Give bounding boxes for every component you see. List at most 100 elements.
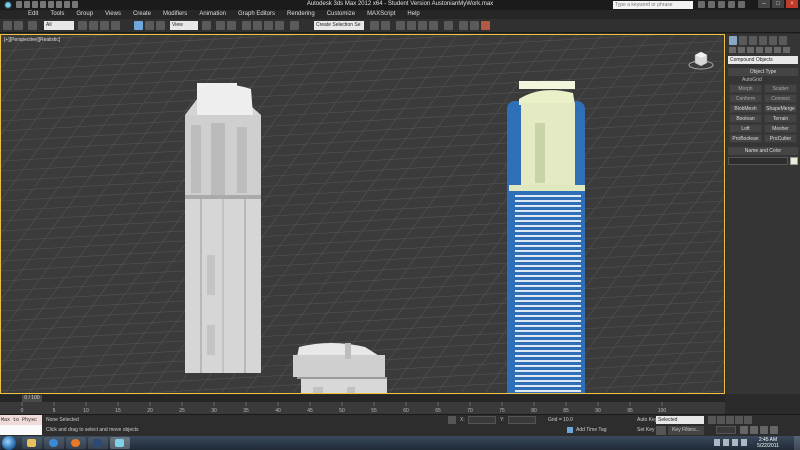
hierarchy-tab-icon[interactable] — [749, 36, 757, 45]
track-bar[interactable]: 0 5 10 15 20 25 30 35 40 45 50 55 60 65 70 75 80 85 90 95 10… — [0, 402, 725, 414]
maximize-viewport-icon[interactable] — [770, 426, 778, 434]
spinner-snap-icon[interactable] — [275, 21, 284, 30]
show-desktop-button[interactable] — [794, 436, 800, 450]
communication-center-icon[interactable] — [718, 1, 725, 8]
time-slider[interactable]: 0 / 100 — [22, 395, 42, 402]
motion-tab-icon[interactable] — [759, 36, 767, 45]
time-slider-track[interactable]: 0 / 100 — [0, 395, 725, 402]
menu-item-create[interactable]: Create — [127, 10, 157, 19]
menu-item-customize[interactable]: Customize — [321, 10, 361, 19]
x-coord-field[interactable] — [468, 416, 496, 424]
menu-item-help[interactable]: Help — [401, 10, 425, 19]
binoculars-icon[interactable] — [698, 1, 705, 8]
material-editor-icon[interactable] — [444, 21, 453, 30]
select-and-move-icon[interactable] — [134, 21, 143, 30]
select-and-rotate-icon[interactable] — [145, 21, 154, 30]
white-tower[interactable] — [185, 83, 261, 373]
object-type-shapemerge-button[interactable]: ShapeMerge — [764, 104, 797, 113]
display-tab-icon[interactable] — [769, 36, 777, 45]
taskbar-firefox[interactable] — [66, 437, 86, 449]
viewcube-icon[interactable] — [687, 49, 715, 71]
blue-glass-tower[interactable] — [507, 81, 585, 393]
name-and-color-rollout[interactable]: Name and Color — [728, 147, 798, 155]
select-by-name-icon[interactable] — [89, 21, 98, 30]
render-setup-icon[interactable] — [459, 21, 468, 30]
curve-editor-icon[interactable] — [418, 21, 427, 30]
menu-item-group[interactable]: Group — [70, 10, 99, 19]
zoom-icon[interactable] — [740, 426, 748, 434]
object-type-rollout[interactable]: Object Type — [728, 68, 798, 76]
object-type-proboolean-button[interactable]: ProBoolean — [729, 134, 762, 143]
selection-filter-dropdown[interactable]: All — [44, 21, 74, 30]
select-and-scale-icon[interactable] — [156, 21, 165, 30]
taskbar-explorer[interactable] — [22, 437, 42, 449]
selection-lock-icon[interactable] — [448, 416, 456, 424]
pivot-center-icon[interactable] — [202, 21, 211, 30]
help-icon[interactable] — [738, 1, 745, 8]
current-frame-field[interactable] — [716, 426, 736, 434]
object-type-morph-button[interactable]: Morph — [729, 84, 762, 93]
menu-item-modifiers[interactable]: Modifiers — [157, 10, 193, 19]
favorites-star-icon[interactable] — [728, 1, 735, 8]
select-object-icon[interactable] — [78, 21, 87, 30]
taskbar-photoshop[interactable] — [88, 437, 108, 449]
start-button-icon[interactable] — [2, 436, 16, 450]
play-icon[interactable] — [726, 416, 734, 424]
graphite-ribbon-icon[interactable] — [407, 21, 416, 30]
key-mode-dropdown[interactable]: Selected — [656, 416, 704, 424]
reference-coordinate-dropdown[interactable]: View — [170, 21, 198, 30]
space-warps-icon[interactable] — [774, 47, 781, 53]
flag-icon[interactable] — [741, 439, 747, 446]
geometry-category-dropdown[interactable]: Compound Objects — [728, 56, 798, 64]
next-frame-icon[interactable] — [735, 416, 743, 424]
rendered-frame-window-icon[interactable] — [470, 21, 479, 30]
tray-arrow-icon[interactable] — [714, 439, 720, 446]
menu-item-views[interactable]: Views — [99, 10, 127, 19]
go-to-end-icon[interactable] — [744, 416, 752, 424]
link-icon[interactable] — [28, 21, 37, 30]
object-type-terrain-button[interactable]: Terrain — [764, 114, 797, 123]
go-to-start-icon[interactable] — [708, 416, 716, 424]
perspective-viewport[interactable]: [+][Perspective][Realistic] — [0, 34, 725, 394]
cameras-icon[interactable] — [756, 47, 763, 53]
viewport-label[interactable]: [+][Perspective][Realistic] — [4, 37, 60, 43]
schematic-view-icon[interactable] — [429, 21, 438, 30]
taskbar-3dsmax[interactable] — [110, 437, 130, 449]
angle-snap-icon[interactable] — [253, 21, 262, 30]
object-name-field[interactable] — [728, 157, 788, 165]
create-tab-icon[interactable] — [729, 36, 737, 45]
lights-icon[interactable] — [747, 47, 754, 53]
taskbar-media-player[interactable] — [44, 437, 64, 449]
geometry-icon[interactable] — [729, 47, 736, 53]
infocenter-search-input[interactable] — [613, 1, 693, 9]
layer-manager-icon[interactable] — [396, 21, 405, 30]
menu-item-animation[interactable]: Animation — [193, 10, 232, 19]
time-tag-icon[interactable] — [567, 427, 573, 433]
object-type-scatter-button[interactable]: Scatter — [764, 84, 797, 93]
mirror-icon[interactable] — [370, 21, 379, 30]
percent-snap-icon[interactable] — [264, 21, 273, 30]
maximize-icon[interactable]: □ — [772, 0, 784, 8]
minimize-icon[interactable]: – — [758, 0, 770, 8]
helpers-icon[interactable] — [765, 47, 772, 53]
object-type-mesher-button[interactable]: Mesher — [764, 124, 797, 133]
render-production-icon[interactable] — [481, 21, 490, 30]
redo-icon[interactable] — [14, 21, 23, 30]
maxscript-mini-listener[interactable]: Max to Physc — [0, 415, 42, 425]
select-manipulate-icon[interactable] — [216, 21, 225, 30]
menu-item-graph-editors[interactable]: Graph Editors — [232, 10, 281, 19]
network-icon[interactable] — [723, 439, 729, 446]
undo-icon[interactable] — [3, 21, 12, 30]
autogrid-checkbox[interactable]: AutoGrid — [726, 77, 800, 83]
edit-named-selection-icon[interactable] — [290, 21, 299, 30]
named-selection-dropdown[interactable]: Create Selection Se — [314, 21, 364, 30]
maxscript-mini-listener-output[interactable] — [0, 425, 42, 435]
object-type-procutter-button[interactable]: ProCutter — [764, 134, 797, 143]
object-type-boolean-button[interactable]: Boolean — [729, 114, 762, 123]
clock-date[interactable]: 5/22/2011 — [748, 443, 788, 449]
snaps-toggle-icon[interactable] — [242, 21, 251, 30]
previous-frame-icon[interactable] — [717, 416, 725, 424]
shapes-icon[interactable] — [738, 47, 745, 53]
close-icon[interactable]: × — [786, 0, 798, 8]
menu-item-maxscript[interactable]: MAXScript — [361, 10, 401, 19]
